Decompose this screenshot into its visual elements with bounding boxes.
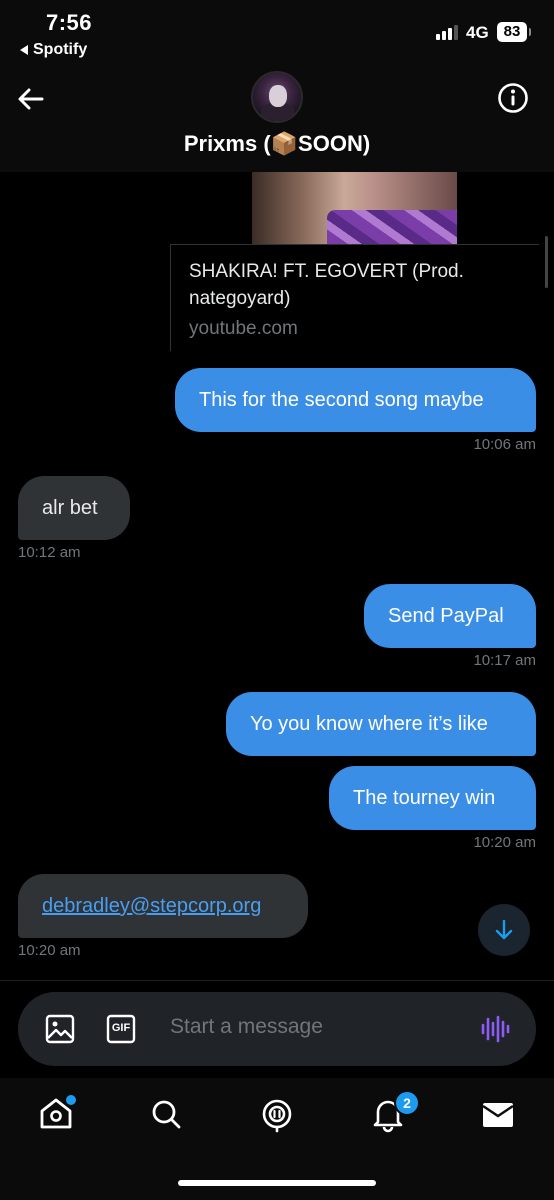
link-preview-thumbnail[interactable] [252,172,457,244]
back-to-app-link[interactable]: Spotify [20,41,87,59]
message-timestamp: 10:06 am [473,436,536,453]
scroll-to-bottom-button[interactable] [478,904,530,956]
status-time: 7:56 [46,10,93,35]
scrollbar[interactable] [545,236,548,288]
network-label: 4G [466,23,489,42]
message-bubble-sent[interactable]: Send PayPal [364,584,536,648]
contact-avatar[interactable] [251,71,303,123]
message-bubble-sent[interactable]: Yo you know where it’s like [226,692,536,756]
email-link[interactable]: debradley@stepcorp.org [42,895,261,917]
back-triangle-icon [20,45,28,55]
gif-icon[interactable]: GIF [105,1013,137,1050]
message-bubble-sent[interactable]: The tourney win [329,766,536,830]
message-text: alr bet [42,497,98,519]
voice-waveform-icon[interactable] [480,1013,510,1050]
spaces-icon[interactable] [257,1094,297,1134]
notifications-badge: 2 [394,1090,420,1116]
contact-name[interactable]: Prixms (📦SOON) [0,131,554,157]
message-text: The tourney win [353,787,496,809]
composer-divider [0,980,554,981]
search-icon[interactable] [146,1094,186,1134]
message-timestamp: 10:17 am [473,652,536,669]
info-icon[interactable] [496,81,530,115]
arrow-down-icon [495,919,513,940]
message-timestamp: 10:20 am [18,942,81,959]
battery-icon: 83 [497,22,531,42]
message-text: Yo you know where it’s like [250,713,488,735]
message-text: Send PayPal [388,605,504,627]
message-timestamp: 10:20 am [473,834,536,851]
message-text: This for the second song maybe [199,389,484,411]
message-bubble-received[interactable]: alr bet [18,476,130,540]
message-input[interactable] [170,1015,450,1039]
signal-strength-icon [436,22,458,40]
home-indicator[interactable] [178,1180,376,1186]
message-timestamp: 10:12 am [18,544,81,561]
messages-icon[interactable] [478,1094,518,1134]
link-preview-title[interactable]: SHAKIRA! FT. EGOVERT (Prod. nategoyard) [189,258,519,312]
link-preview-domain: youtube.com [189,318,298,339]
back-arrow-icon[interactable] [14,82,48,116]
image-icon[interactable] [44,1013,76,1050]
home-notification-dot [64,1093,78,1107]
gif-label: GIF [111,1022,131,1034]
message-bubble-sent[interactable]: This for the second song maybe [175,368,536,432]
message-bubble-received[interactable]: debradley@stepcorp.org [18,874,308,938]
back-app-label: Spotify [33,41,88,58]
